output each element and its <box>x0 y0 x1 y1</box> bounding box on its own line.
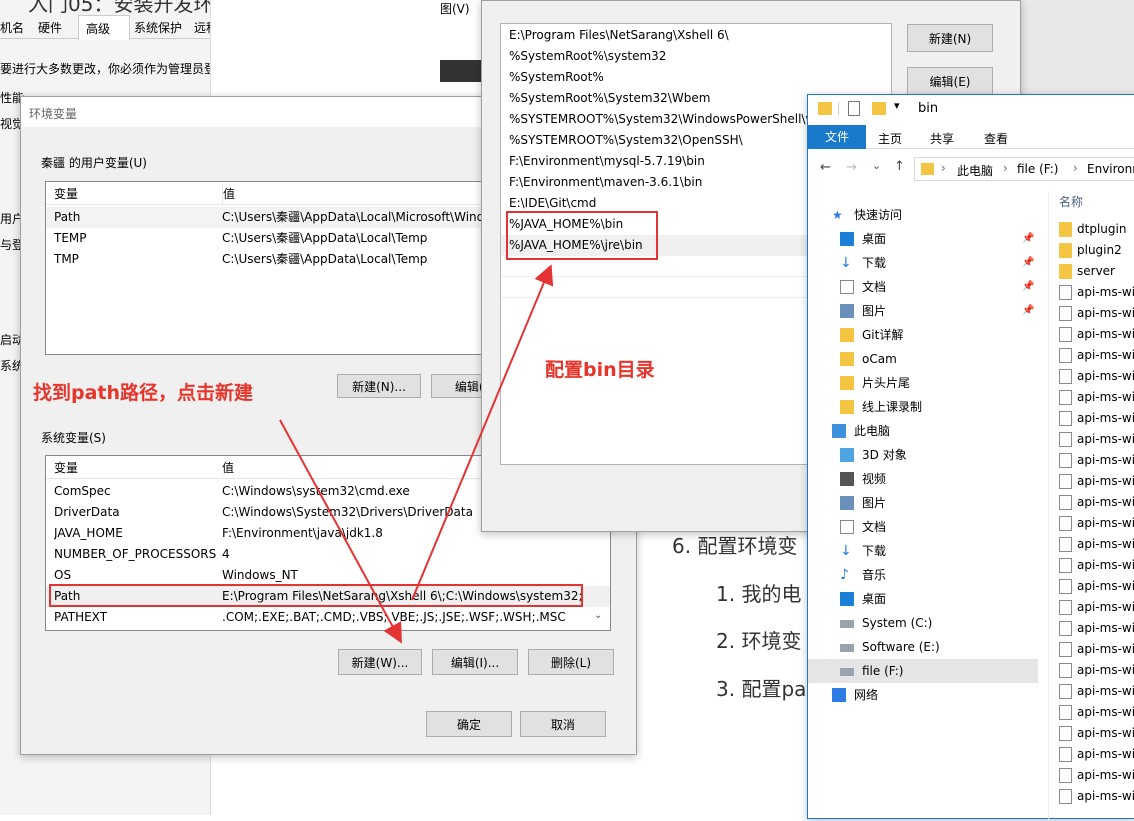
annotation-arrows <box>279 264 554 644</box>
arrow-to-path-editor <box>411 264 554 601</box>
arrow-to-new-button <box>279 419 402 644</box>
